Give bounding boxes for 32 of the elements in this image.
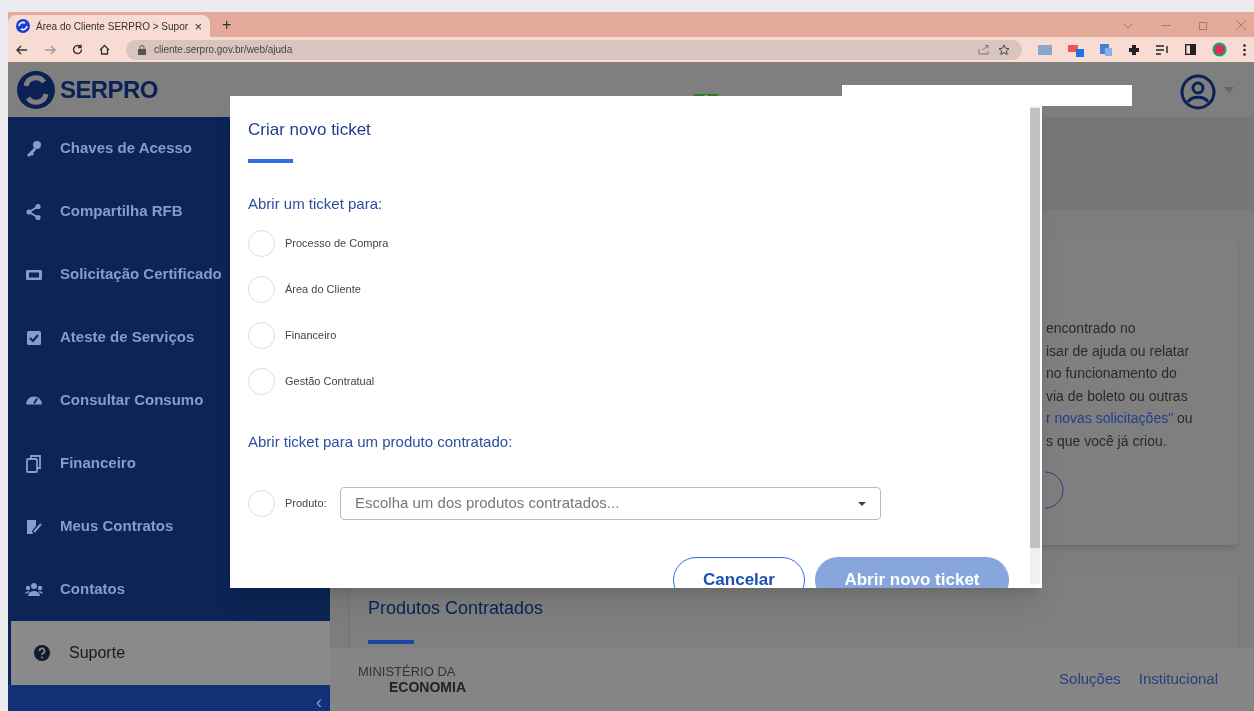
- section-label: Abrir um ticket para:: [248, 194, 384, 214]
- ministry-logo-text: MINISTÉRIO DA: [358, 665, 457, 678]
- dialog-title: Criar novo ticket: [248, 120, 372, 140]
- logo-text: SERPRO: [60, 74, 159, 105]
- footer-link[interactable]: Soluções: [1059, 668, 1121, 691]
- browser-tab[interactable]: Área do Cliente SERPRO > Supor ×: [8, 15, 210, 37]
- help-text: encontrado no: [1046, 319, 1136, 338]
- cancel-button[interactable]: Cancelar: [673, 557, 805, 588]
- address-bar[interactable]: cliente.serpro.gov.br/web/ajuda: [126, 39, 1022, 60]
- card-title: Produtos Contratados: [368, 597, 545, 620]
- option-label: Processo de Compra: [285, 235, 389, 251]
- sidebar-item[interactable]: Contatos: [8, 558, 330, 621]
- help-text: isar de ajuda ou relatar: [1046, 341, 1190, 361]
- help-text: ou: [1176, 409, 1193, 428]
- option-label: Gestão Contratual: [285, 373, 375, 389]
- help-text: no funcionamento do: [1046, 364, 1177, 383]
- url-text: cliente.serpro.gov.br/web/ajuda: [154, 43, 294, 57]
- help-text: s que você já criou.: [1046, 431, 1167, 451]
- option-label: Financeiro: [285, 327, 337, 343]
- ministry-logo-text: ECONOMIA: [389, 680, 466, 694]
- footer-link[interactable]: Institucional: [1138, 668, 1218, 691]
- tab-title: Área do Cliente SERPRO > Supor: [36, 19, 189, 34]
- sidebar-item[interactable]: Suporte: [11, 621, 330, 685]
- close-tab-button[interactable]: ×: [194, 19, 202, 33]
- help-text: via de boleto ou outras: [1046, 386, 1188, 406]
- option-label: Área do Cliente: [285, 281, 361, 297]
- collapse-button[interactable]: ‹: [316, 693, 322, 711]
- field-label: Produto:: [285, 496, 328, 512]
- new-tab-button[interactable]: +: [222, 17, 232, 33]
- section-label: Abrir ticket para um produto contratado:: [248, 431, 514, 452]
- product-dropdown[interactable]: Escolha um dos produtos contratados...: [340, 487, 881, 520]
- dropdown-placeholder: Escolha um dos produtos contratados...: [355, 493, 621, 514]
